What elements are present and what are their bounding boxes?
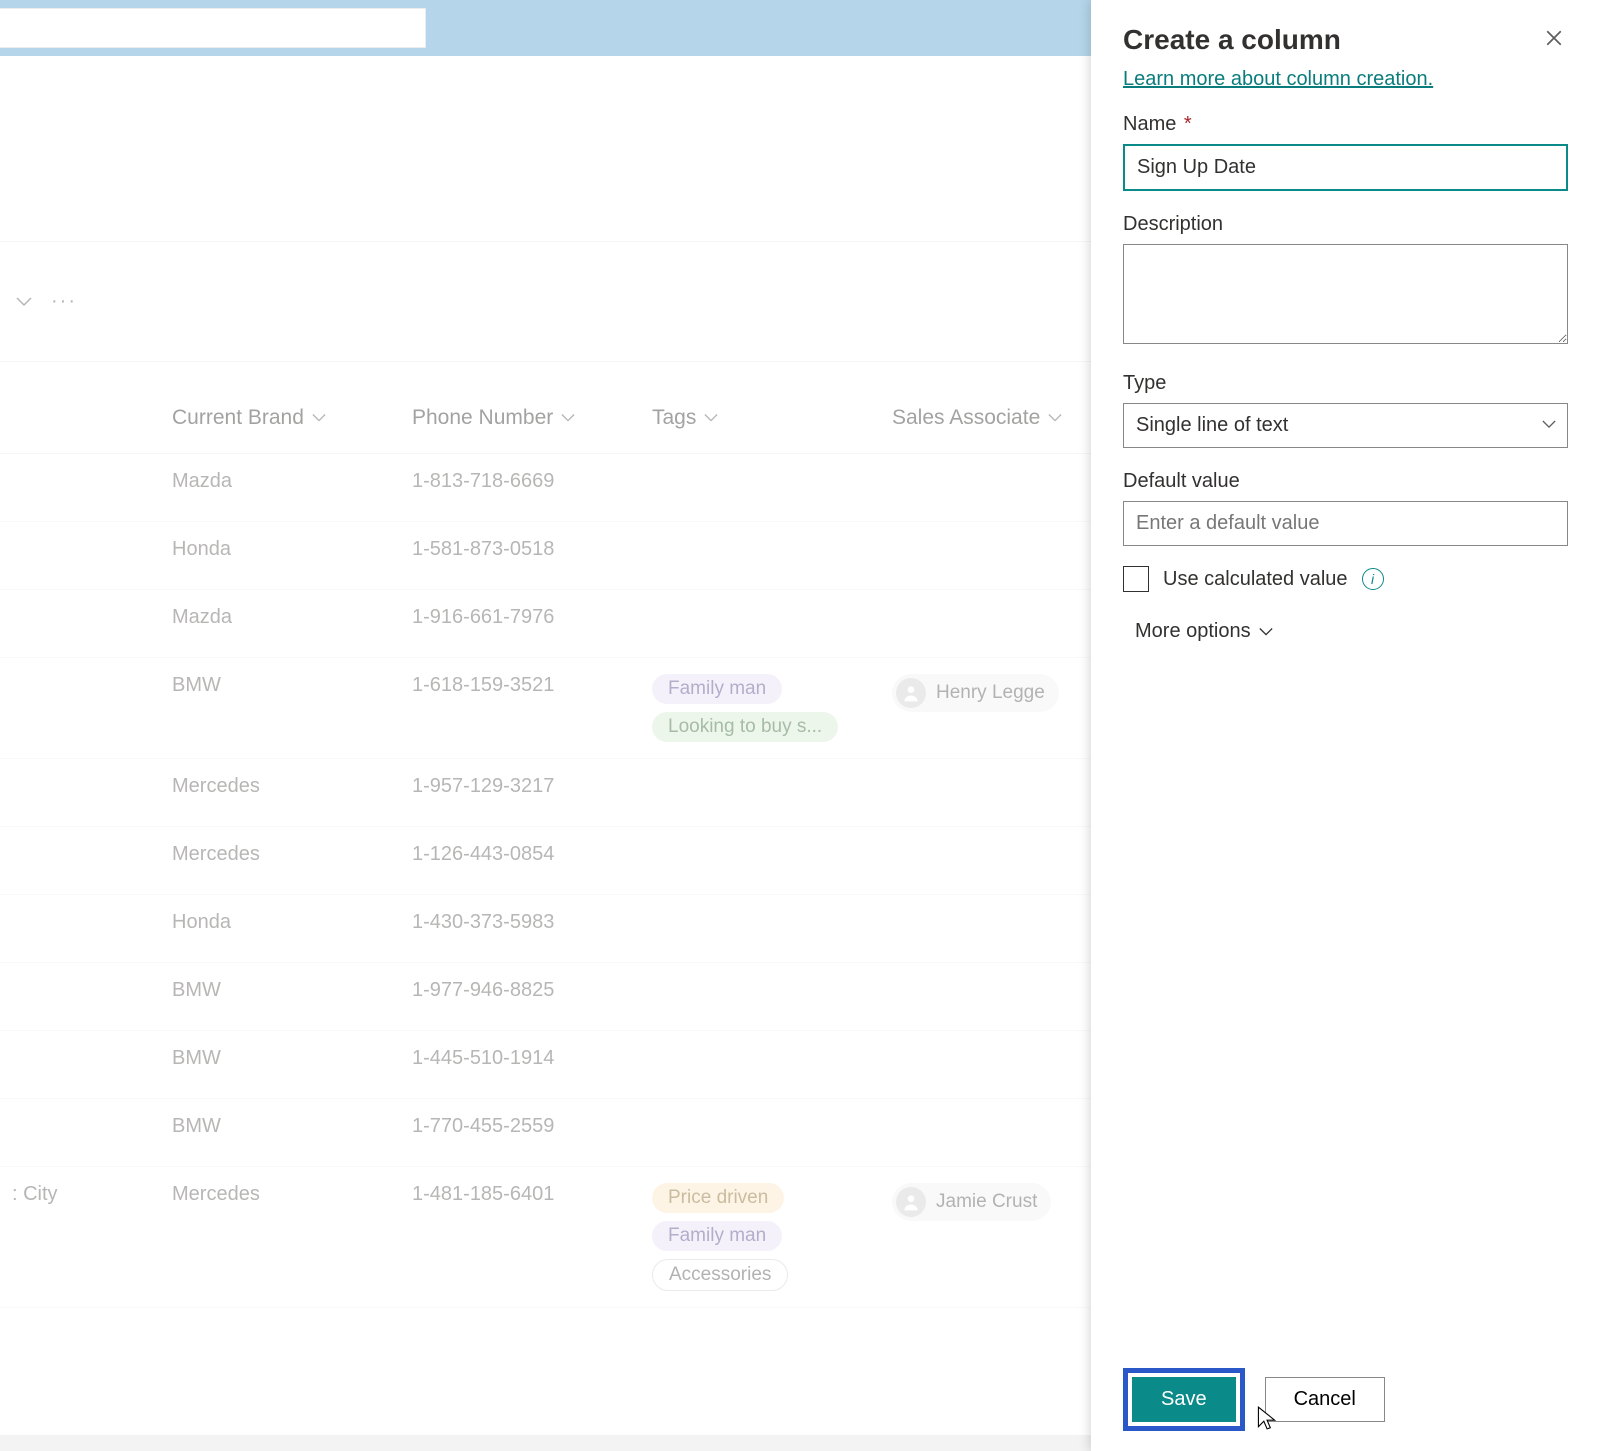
- cell-brand: Mercedes: [160, 1183, 400, 1206]
- learn-more-link[interactable]: Learn more about column creation.: [1123, 68, 1568, 91]
- save-button-highlight: Save: [1123, 1368, 1245, 1431]
- cell-brand: Mercedes: [160, 775, 400, 798]
- default-value-input[interactable]: [1123, 501, 1568, 546]
- tag-pill[interactable]: Accessories: [652, 1259, 788, 1291]
- tag-pill[interactable]: Family man: [652, 674, 782, 704]
- cell-associate: Jamie Crust: [880, 1183, 1080, 1221]
- cell-brand: BMW: [160, 674, 400, 697]
- cell-phone: 1-618-159-3521: [400, 674, 640, 697]
- more-options-toggle[interactable]: More options: [1123, 620, 1568, 643]
- cell-city: : City: [0, 1183, 160, 1206]
- cell-phone: 1-481-185-6401: [400, 1183, 640, 1206]
- default-value-label: Default value: [1123, 470, 1568, 493]
- person-chip[interactable]: Jamie Crust: [892, 1183, 1051, 1221]
- tag-pill[interactable]: Price driven: [652, 1183, 784, 1213]
- tag-pill[interactable]: Looking to buy s...: [652, 712, 838, 742]
- panel-title: Create a column: [1123, 24, 1341, 56]
- avatar-icon: [896, 1187, 926, 1217]
- cell-phone: 1-813-718-6669: [400, 470, 640, 493]
- column-header-label: Sales Associate: [892, 406, 1040, 430]
- cancel-button[interactable]: Cancel: [1265, 1377, 1385, 1422]
- cell-phone: 1-916-661-7976: [400, 606, 640, 629]
- description-input[interactable]: [1123, 244, 1568, 344]
- person-name: Henry Legge: [936, 682, 1045, 704]
- search-input[interactable]: [0, 8, 426, 48]
- column-header-label: Tags: [652, 406, 696, 430]
- cell-tags: Family man Looking to buy s...: [640, 674, 880, 742]
- cell-brand: Mazda: [160, 606, 400, 629]
- column-header-brand[interactable]: Current Brand: [160, 406, 400, 430]
- cell-brand: BMW: [160, 1115, 400, 1138]
- column-header-label: Current Brand: [172, 406, 304, 430]
- cell-phone: 1-770-455-2559: [400, 1115, 640, 1138]
- type-label: Type: [1123, 372, 1568, 395]
- chevron-down-icon: [561, 411, 575, 425]
- close-icon[interactable]: [1540, 24, 1568, 52]
- cell-phone: 1-581-873-0518: [400, 538, 640, 561]
- description-label: Description: [1123, 213, 1568, 236]
- calculated-value-label: Use calculated value: [1163, 568, 1348, 591]
- cell-brand: BMW: [160, 1047, 400, 1070]
- create-column-panel: Create a column Learn more about column …: [1091, 0, 1600, 1451]
- name-input[interactable]: [1123, 144, 1568, 191]
- cell-brand: Mercedes: [160, 843, 400, 866]
- cell-phone: 1-957-129-3217: [400, 775, 640, 798]
- chevron-down-icon: [704, 411, 718, 425]
- cell-tags: Price driven Family man Accessories: [640, 1183, 880, 1291]
- tag-pill[interactable]: Family man: [652, 1221, 782, 1251]
- more-ellipsis-icon[interactable]: ···: [50, 288, 78, 316]
- cell-phone: 1-445-510-1914: [400, 1047, 640, 1070]
- chevron-down-icon[interactable]: [10, 288, 38, 316]
- calculated-value-checkbox[interactable]: [1123, 566, 1149, 592]
- cell-associate: Henry Legge: [880, 674, 1080, 712]
- cell-phone: 1-977-946-8825: [400, 979, 640, 1002]
- column-header-label: Phone Number: [412, 406, 553, 430]
- cell-phone: 1-126-443-0854: [400, 843, 640, 866]
- cell-phone: 1-430-373-5983: [400, 911, 640, 934]
- person-name: Jamie Crust: [936, 1191, 1037, 1213]
- save-button[interactable]: Save: [1132, 1377, 1236, 1422]
- horizontal-scrollbar[interactable]: [0, 1435, 1091, 1451]
- cell-brand: Mazda: [160, 470, 400, 493]
- column-header-tags[interactable]: Tags: [640, 406, 880, 430]
- panel-footer: Save Cancel: [1123, 1358, 1568, 1431]
- cell-brand: Honda: [160, 538, 400, 561]
- avatar-icon: [896, 678, 926, 708]
- chevron-down-icon: [312, 411, 326, 425]
- column-header-associate[interactable]: Sales Associate: [880, 406, 1080, 430]
- column-header-phone[interactable]: Phone Number: [400, 406, 640, 430]
- type-select[interactable]: [1123, 403, 1568, 448]
- chevron-down-icon: [1048, 411, 1062, 425]
- person-chip[interactable]: Henry Legge: [892, 674, 1059, 712]
- info-icon[interactable]: i: [1362, 568, 1384, 590]
- cell-brand: BMW: [160, 979, 400, 1002]
- cell-brand: Honda: [160, 911, 400, 934]
- name-label: Name *: [1123, 113, 1568, 136]
